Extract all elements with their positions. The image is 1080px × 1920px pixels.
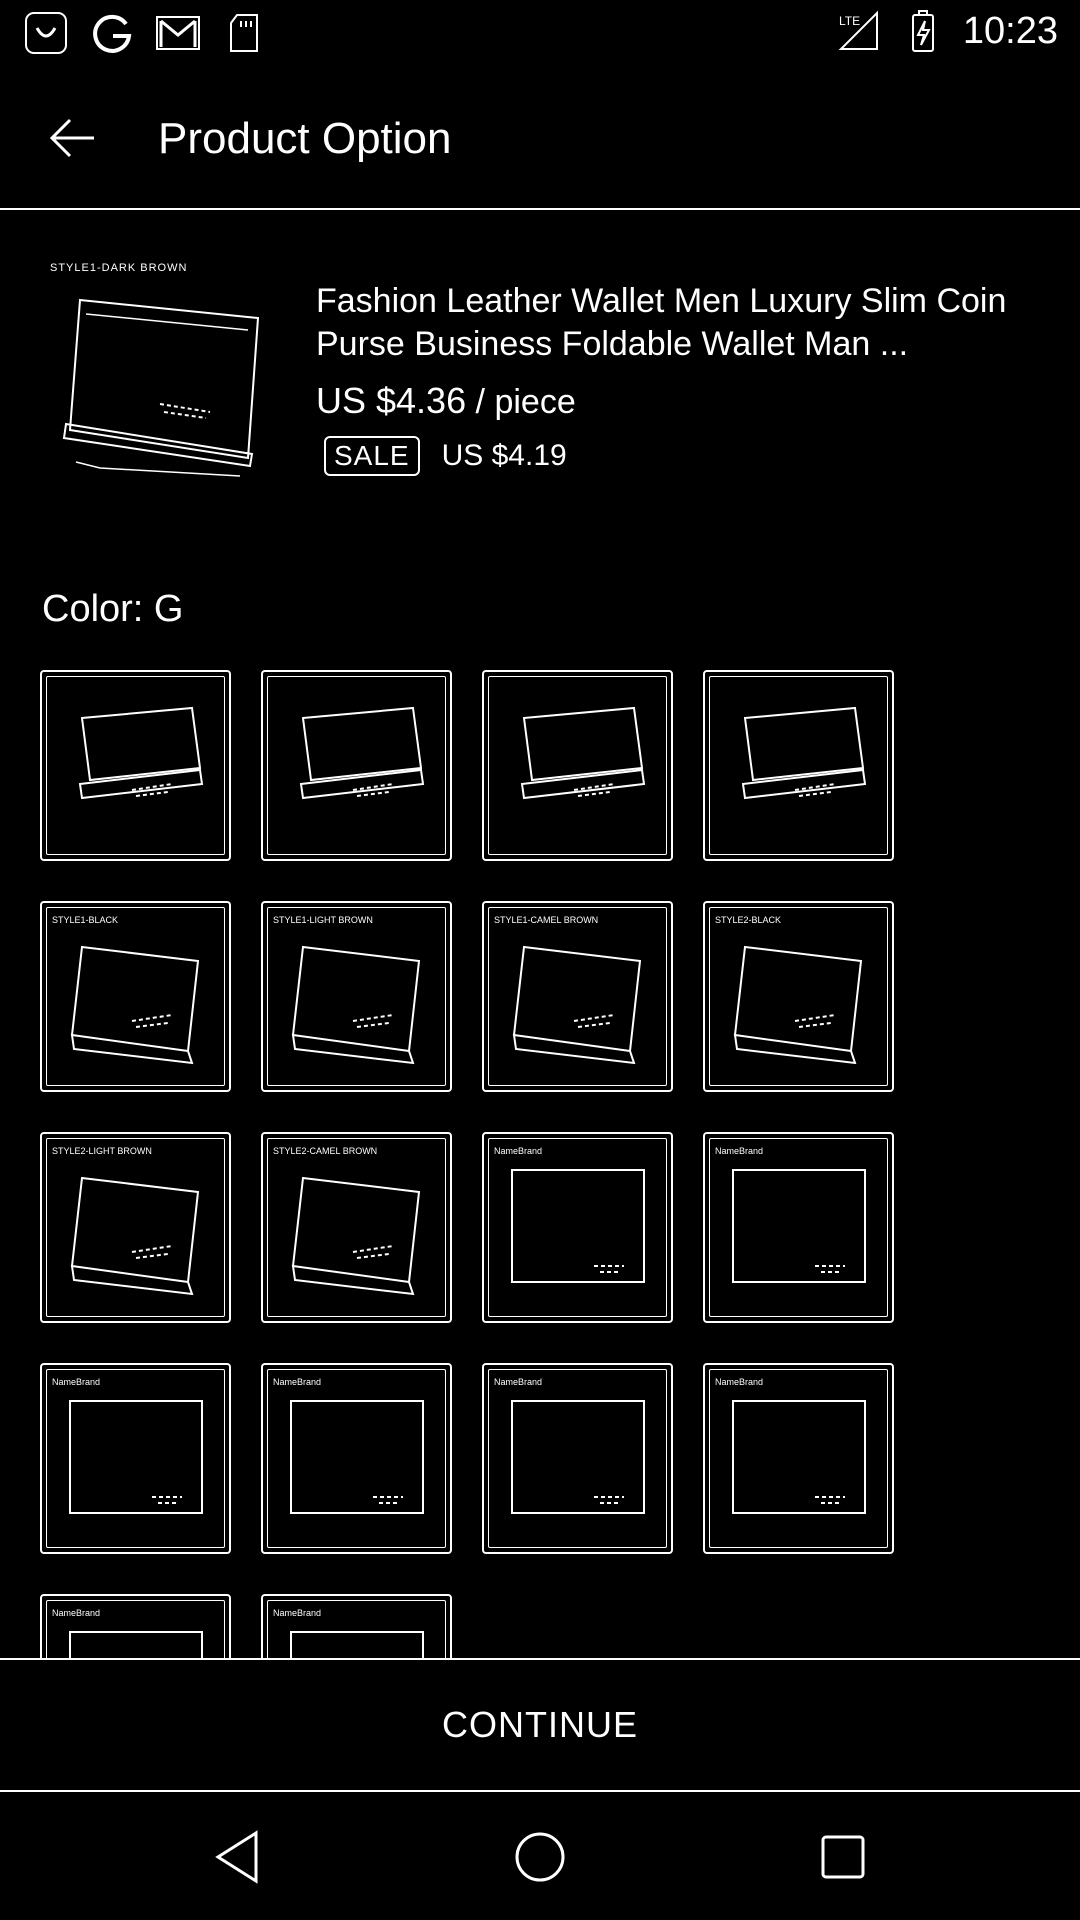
color-option-caption: NameBrand bbox=[52, 1608, 100, 1618]
nav-recents-button[interactable] bbox=[808, 1822, 878, 1892]
color-option-caption: NameBrand bbox=[494, 1146, 542, 1156]
wallet-image-icon: NameBrand bbox=[52, 1608, 203, 1658]
color-option-caption: NameBrand bbox=[273, 1377, 321, 1387]
sale-badge: SALE bbox=[324, 436, 420, 476]
thumbnail-caption: STYLE1-DARK BROWN bbox=[50, 262, 188, 274]
wallet-image-icon bbox=[741, 706, 867, 800]
wallet-image-icon: STYLE1-CAMEL BROWN bbox=[494, 915, 642, 1065]
color-options-grid: STYLE1-BLACK STYLE1-LIGHT BROWN STYLE1-CAM… bbox=[40, 670, 894, 1658]
shopping-bag-icon bbox=[22, 10, 70, 56]
sale-row: SALE US $4.19 bbox=[324, 436, 567, 476]
status-bar: LTE 10:23 bbox=[0, 0, 1080, 66]
color-label: Color: G bbox=[42, 588, 184, 630]
product-thumbnail[interactable]: STYLE1-DARK BROWN bbox=[40, 262, 270, 502]
wallet-image-icon: NameBrand bbox=[715, 1146, 866, 1283]
wallet-image-icon: STYLE2-LIGHT BROWN bbox=[52, 1146, 200, 1296]
color-option-caption: NameBrand bbox=[715, 1146, 763, 1156]
color-option[interactable]: NameBrand bbox=[261, 1594, 452, 1658]
color-option[interactable]: NameBrand bbox=[40, 1594, 231, 1658]
color-option-caption: STYLE2-BLACK bbox=[715, 915, 781, 925]
color-options-scroll[interactable]: STYLE1-BLACK STYLE1-LIGHT BROWN STYLE1-CAM… bbox=[0, 660, 1080, 1658]
color-option[interactable]: NameBrand bbox=[482, 1132, 673, 1323]
color-option[interactable]: STYLE2-BLACK bbox=[703, 901, 894, 1092]
arrow-left-icon bbox=[49, 118, 94, 158]
wallet-image-icon: NameBrand bbox=[494, 1377, 645, 1514]
status-bar-left bbox=[22, 10, 268, 56]
color-option[interactable] bbox=[40, 670, 231, 861]
page-title: Product Option bbox=[158, 114, 452, 163]
sale-price: US $4.19 bbox=[441, 439, 567, 472]
wallet-image-icon: STYLE1-BLACK bbox=[52, 915, 200, 1065]
color-option[interactable]: NameBrand bbox=[703, 1363, 894, 1554]
color-option-caption: STYLE2-LIGHT BROWN bbox=[52, 1146, 152, 1156]
wallet-image-icon bbox=[299, 706, 425, 800]
google-icon bbox=[88, 10, 136, 56]
price-unit: / piece bbox=[466, 383, 576, 421]
status-time: 10:23 bbox=[962, 9, 1058, 52]
nav-back-button[interactable] bbox=[202, 1822, 272, 1892]
color-option-caption: STYLE1-BLACK bbox=[52, 915, 118, 925]
system-nav-bar bbox=[0, 1792, 1080, 1920]
color-option[interactable]: STYLE1-LIGHT BROWN bbox=[261, 901, 452, 1092]
product-title: Fashion Leather Wallet Men Luxury Slim C… bbox=[316, 282, 1007, 363]
color-option-caption: NameBrand bbox=[715, 1377, 763, 1387]
sd-card-icon bbox=[220, 10, 268, 56]
wallet-image-icon: NameBrand bbox=[494, 1146, 645, 1283]
color-option[interactable]: NameBrand bbox=[482, 1363, 673, 1554]
app-bar: Product Option bbox=[0, 66, 1080, 210]
color-option[interactable]: STYLE2-LIGHT BROWN bbox=[40, 1132, 231, 1323]
color-option[interactable]: NameBrand bbox=[703, 1132, 894, 1323]
wallet-image-icon: STYLE2-CAMEL BROWN bbox=[273, 1146, 421, 1296]
color-option[interactable]: NameBrand bbox=[40, 1363, 231, 1554]
color-option[interactable]: STYLE1-CAMEL BROWN bbox=[482, 901, 673, 1092]
color-option-caption: STYLE1-LIGHT BROWN bbox=[273, 915, 373, 925]
wallet-image-icon: STYLE2-BLACK bbox=[715, 915, 863, 1065]
product-summary: STYLE1-DARK BROWN Fashion Leather Wallet… bbox=[0, 212, 1080, 552]
lte-signal-icon: LTE bbox=[835, 8, 883, 54]
color-option[interactable]: STYLE2-CAMEL BROWN bbox=[261, 1132, 452, 1323]
continue-button[interactable]: CONTINUE bbox=[442, 1704, 638, 1746]
nav-home-circle-icon bbox=[515, 1832, 565, 1882]
battery-charging-icon bbox=[899, 8, 947, 54]
wallet-image-icon bbox=[62, 298, 260, 477]
wallet-image-icon: NameBrand bbox=[273, 1377, 424, 1514]
product-price: US $4.36 / piece bbox=[316, 380, 576, 422]
gmail-icon bbox=[154, 10, 202, 56]
color-option[interactable] bbox=[482, 670, 673, 861]
wallet-image-icon: NameBrand bbox=[52, 1377, 203, 1514]
nav-home-button[interactable] bbox=[505, 1822, 575, 1892]
wallet-image-icon: NameBrand bbox=[715, 1377, 866, 1514]
wallet-image-icon bbox=[520, 706, 646, 800]
color-option[interactable] bbox=[261, 670, 452, 861]
nav-back-triangle-icon bbox=[215, 1830, 258, 1884]
color-option-caption: NameBrand bbox=[52, 1377, 100, 1387]
price-value: US $4.36 bbox=[316, 380, 467, 421]
continue-bar: CONTINUE bbox=[0, 1658, 1080, 1792]
color-option-caption: STYLE1-CAMEL BROWN bbox=[494, 915, 598, 925]
color-option-caption: NameBrand bbox=[494, 1377, 542, 1387]
status-bar-right: LTE 10:23 bbox=[835, 8, 1058, 54]
wallet-image-icon: NameBrand bbox=[273, 1608, 424, 1658]
screen: LTE 10:23 Product Option STYLE1-DARK BRO… bbox=[0, 0, 1080, 1920]
wallet-image-icon: STYLE1-LIGHT BROWN bbox=[273, 915, 421, 1065]
back-button[interactable] bbox=[40, 106, 104, 170]
color-option[interactable]: STYLE1-BLACK bbox=[40, 901, 231, 1092]
color-option[interactable]: NameBrand bbox=[261, 1363, 452, 1554]
svg-text:LTE: LTE bbox=[839, 14, 860, 28]
color-option[interactable] bbox=[703, 670, 894, 861]
wallet-image-icon bbox=[78, 706, 204, 800]
color-option-caption: STYLE2-CAMEL BROWN bbox=[273, 1146, 377, 1156]
color-option-caption: NameBrand bbox=[273, 1608, 321, 1618]
nav-recents-square-icon bbox=[821, 1835, 865, 1879]
